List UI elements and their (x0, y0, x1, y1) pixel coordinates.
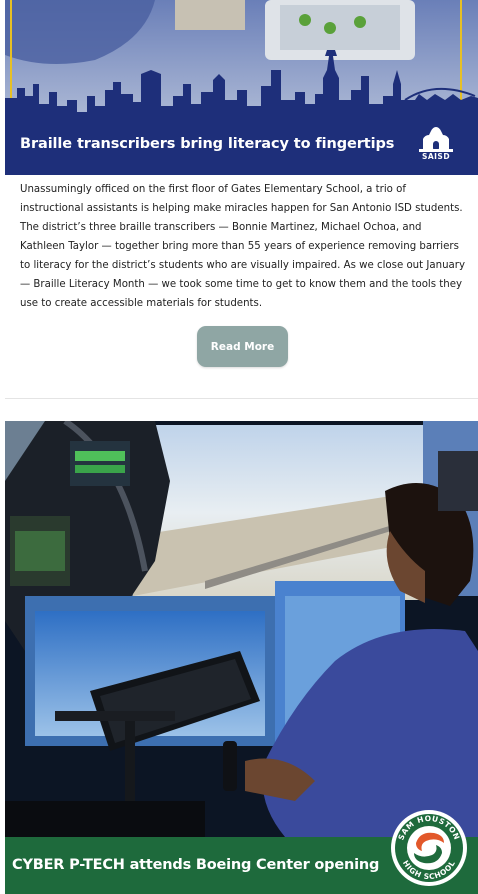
story-braille-hero[interactable]: Braille transcribers bring literacy to f… (5, 0, 478, 175)
story-summary: Unassumingly officed on the first floor … (20, 184, 465, 309)
story-cyber-ptech-hero[interactable]: CYBER P-TECH attends Boeing Center openi… (5, 421, 478, 894)
story-title-banner: Braille transcribers bring literacy to f… (5, 118, 478, 175)
saisd-alamo-icon (419, 127, 453, 152)
read-more-button[interactable]: Read More (197, 326, 288, 367)
saisd-logo-text: SAISD (421, 152, 451, 161)
saisd-logo: SAISD (415, 125, 457, 167)
story-divider (5, 398, 478, 399)
story-title[interactable]: Braille transcribers bring literacy to f… (20, 136, 394, 152)
story-title[interactable]: CYBER P-TECH attends Boeing Center openi… (12, 857, 379, 873)
sam-houston-logo: SAM HOUSTON HIGH SCHOOL (391, 810, 467, 886)
